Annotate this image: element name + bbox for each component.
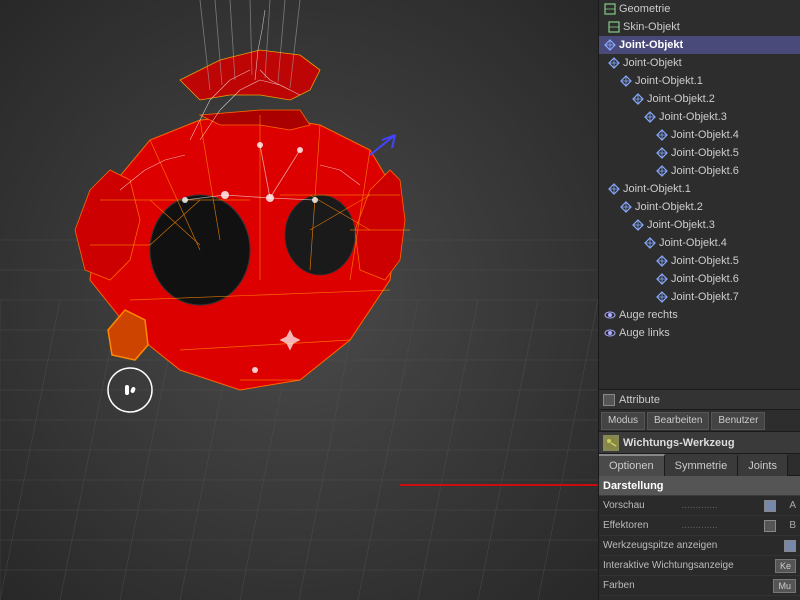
property-interaktiv: Interaktive WichtungsanzeigeKe — [599, 556, 800, 576]
joint-icon — [655, 254, 669, 268]
property-vorschau: Vorschau.............A — [599, 496, 800, 516]
joint-icon — [619, 200, 633, 214]
tab-symmetrie[interactable]: Symmetrie — [665, 454, 739, 476]
joint-icon — [655, 290, 669, 304]
tree-item-joint-objekt-2-4[interactable]: Joint-Objekt.4 — [599, 234, 800, 252]
tool-name: Wichtungs-Werkzeug — [623, 437, 735, 449]
bearbeiten-button[interactable]: Bearbeiten — [647, 412, 709, 430]
property-effektoren: Effektoren.............B — [599, 516, 800, 536]
joint-icon — [631, 92, 645, 106]
joint-icon — [631, 218, 645, 232]
section-darstellung[interactable]: Darstellung — [599, 476, 800, 496]
tree-item-joint-objekt-2-7[interactable]: Joint-Objekt.7 — [599, 288, 800, 306]
tool-header: Wichtungs-Werkzeug — [599, 432, 800, 454]
tree-item-joint-objekt-1-6[interactable]: Joint-Objekt.6 — [599, 162, 800, 180]
tree-item-joint-objekt-2-3[interactable]: Joint-Objekt.3 — [599, 216, 800, 234]
tab-optionen[interactable]: Optionen — [599, 454, 665, 476]
property-werkzeugspitze: Werkzeugspitze anzeigen — [599, 536, 800, 556]
tree-item-geometrie[interactable]: Geometrie — [599, 0, 800, 18]
right-panel: GeometrieSkin-ObjektJoint-ObjektJoint-Ob… — [598, 0, 800, 600]
tree-item-joint-objekt-2-2[interactable]: Joint-Objekt.2 — [599, 198, 800, 216]
tree-item-joint-objekt-1[interactable]: Joint-Objekt — [599, 54, 800, 72]
btn-interaktiv[interactable]: Ke — [775, 559, 796, 573]
tree-item-joint-objekt-1-5[interactable]: Joint-Objekt.5 — [599, 144, 800, 162]
tab-joints[interactable]: Joints — [738, 454, 788, 476]
joint-icon — [603, 38, 617, 52]
joint-icon — [619, 74, 633, 88]
benutzer-button[interactable]: Benutzer — [711, 412, 765, 430]
main-container: GeometrieSkin-ObjektJoint-ObjektJoint-Ob… — [0, 0, 800, 600]
joint-icon — [655, 146, 669, 160]
attribute-toolbar: Modus Bearbeiten Benutzer — [599, 410, 800, 432]
property-farben: FarbenMu — [599, 576, 800, 596]
joint-icon — [643, 110, 657, 124]
joint-icon — [607, 182, 621, 196]
tree-item-auge-links[interactable]: Auge links — [599, 324, 800, 342]
attribute-header: Attribute — [599, 390, 800, 410]
checkbox-vorschau[interactable] — [764, 500, 776, 512]
attribute-checkbox[interactable] — [603, 394, 615, 406]
joint-icon — [655, 272, 669, 286]
checkbox-effektoren[interactable] — [764, 520, 776, 532]
attribute-panel: Attribute Modus Bearbeiten Benutzer — [599, 390, 800, 600]
tree-item-joint-objekt-1-1[interactable]: Joint-Objekt.1 — [599, 72, 800, 90]
tree-item-joint-objekt-1-2[interactable]: Joint-Objekt.2 — [599, 90, 800, 108]
tree-item-joint-objekt-2-6[interactable]: Joint-Objekt.6 — [599, 270, 800, 288]
checkbox-werkzeugspitze[interactable] — [784, 540, 796, 552]
viewport[interactable] — [0, 0, 598, 600]
modus-button[interactable]: Modus — [601, 412, 645, 430]
tree-item-joint-objekt-2-5[interactable]: Joint-Objekt.5 — [599, 252, 800, 270]
btn-farben[interactable]: Mu — [773, 579, 796, 593]
properties-area: Vorschau.............AEffektoren........… — [599, 496, 800, 600]
tree-item-joint-objekt-1-3[interactable]: Joint-Objekt.3 — [599, 108, 800, 126]
tree-item-joint-objekt-1-4[interactable]: Joint-Objekt.4 — [599, 126, 800, 144]
geo-icon — [603, 2, 617, 16]
tree-item-auge-rechts[interactable]: Auge rechts — [599, 306, 800, 324]
tree-item-skin-objekt[interactable]: Skin-Objekt — [599, 18, 800, 36]
joint-icon — [607, 56, 621, 70]
joint-icon — [655, 164, 669, 178]
tabs-row: Optionen Symmetrie Joints — [599, 454, 800, 476]
attribute-title: Attribute — [619, 394, 660, 406]
tree-item-joint-objekt-root[interactable]: Joint-Objekt — [599, 36, 800, 54]
tool-icon — [603, 435, 619, 451]
section-title: Darstellung — [603, 480, 664, 492]
object-tree[interactable]: GeometrieSkin-ObjektJoint-ObjektJoint-Ob… — [599, 0, 800, 390]
geo-icon — [607, 20, 621, 34]
eye-icon — [603, 308, 617, 322]
joint-icon — [643, 236, 657, 250]
tree-item-joint-objekt-2-1[interactable]: Joint-Objekt.1 — [599, 180, 800, 198]
eye-icon — [603, 326, 617, 340]
joint-icon — [655, 128, 669, 142]
